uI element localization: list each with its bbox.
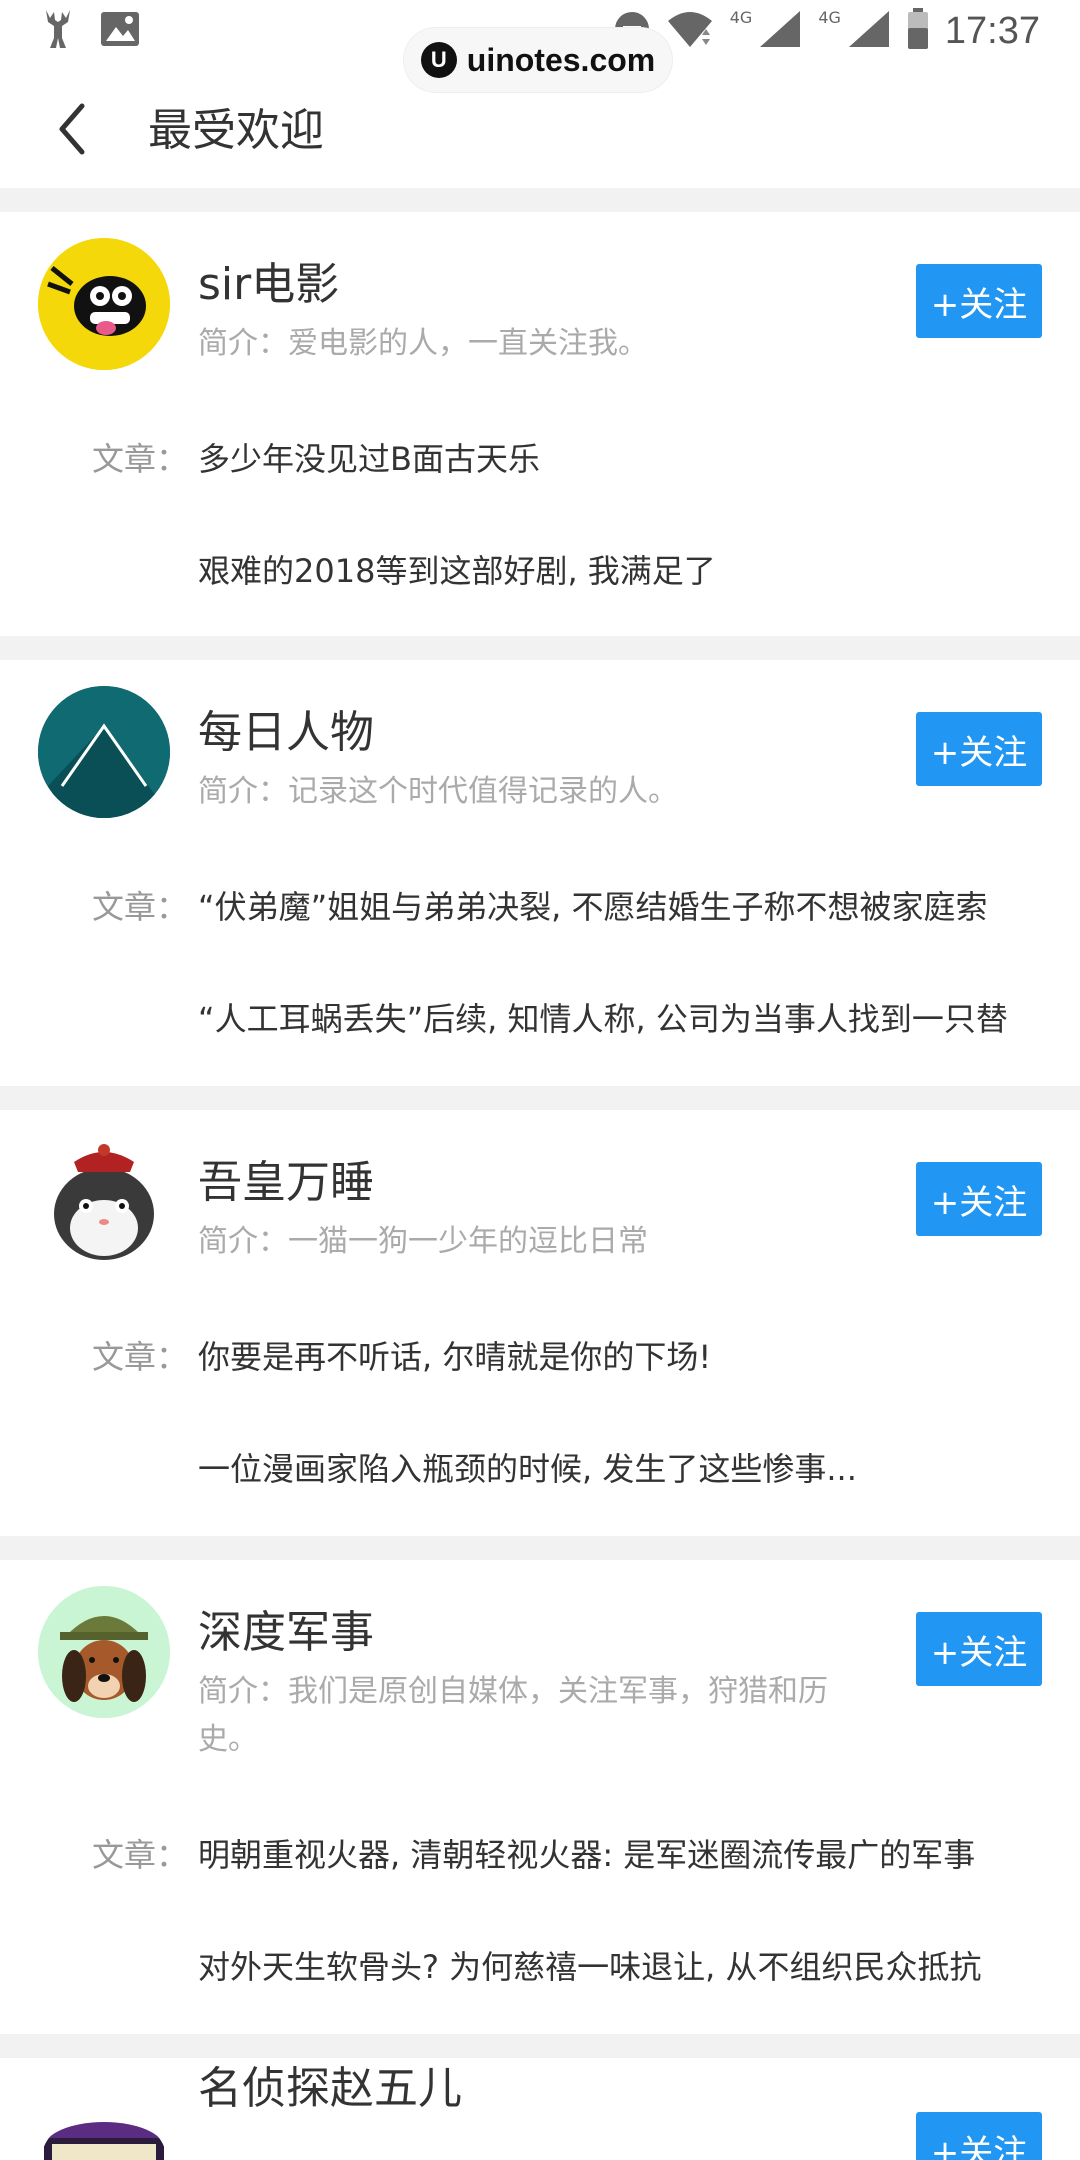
follow-button[interactable]: +关注 (916, 2112, 1042, 2160)
signal-icon (758, 9, 802, 53)
divider (0, 1086, 1080, 1110)
avatar[interactable] (38, 2108, 170, 2160)
chevron-left-icon (59, 103, 85, 155)
clock: 17:37 (944, 9, 1040, 52)
network-type-1: 4G (729, 7, 753, 27)
image-icon (100, 11, 140, 51)
article-link[interactable]: “人工耳蜗丢失”后续, 知情人称, 公司为当事人找到一只替 (198, 994, 1058, 1040)
battery-icon (907, 8, 929, 54)
account-card: 名侦探赵五儿 +关注 (0, 2058, 1080, 2160)
article-link[interactable]: 多少年没见过B面古天乐 (198, 434, 1058, 480)
account-name[interactable]: 名侦探赵五儿 (198, 2058, 462, 2116)
account-name[interactable]: sir电影 (198, 248, 339, 312)
signal-icon-2 (847, 9, 891, 53)
articles-label: 文章： (92, 888, 189, 926)
network-type-2: 4G (818, 7, 841, 27)
account-card: 每日人物 简介：记录这个时代值得记录的人。 +关注 文章： “伏弟魔”姐姐与弟弟… (0, 660, 1080, 1086)
account-card: 深度军事 简介：我们是原创自媒体，关注军事，狩猎和历史。 +关注 文章： 明朝重… (0, 1560, 1080, 2034)
follow-button[interactable]: +关注 (916, 1162, 1042, 1236)
article-link[interactable]: 你要是再不听话, 尔晴就是你的下场! (198, 1332, 1058, 1378)
avatar[interactable] (38, 686, 170, 818)
wifi-icon (666, 9, 714, 53)
articles-label: 文章： (92, 1338, 189, 1376)
articles-label: 文章： (92, 440, 189, 478)
follow-button[interactable]: +关注 (916, 712, 1042, 786)
article-link[interactable]: 艰难的2018等到这部好剧, 我满足了 (198, 546, 1058, 592)
follow-button[interactable]: +关注 (916, 264, 1042, 338)
divider (0, 2034, 1080, 2058)
account-intro: 简介：爱电影的人，一直关注我。 (198, 326, 648, 361)
divider (0, 188, 1080, 212)
follow-button[interactable]: +关注 (916, 1612, 1042, 1686)
article-link[interactable]: 对外天生软骨头? 为何慈禧一味退让, 从不组织民众抵抗 (198, 1942, 1058, 1988)
divider (0, 636, 1080, 660)
account-card: 吾皇万睡 简介：一猫一狗一少年的逗比日常 +关注 文章： 你要是再不听话, 尔晴… (0, 1110, 1080, 1536)
account-intro: 简介：记录这个时代值得记录的人。 (198, 774, 678, 809)
back-button[interactable] (50, 94, 106, 164)
divider (0, 1536, 1080, 1560)
app-header: 最受欢迎 (0, 64, 1080, 188)
article-link[interactable]: 明朝重视火器, 清朝轻视火器: 是军迷圈流传最广的军事 (198, 1830, 1058, 1876)
avatar[interactable] (38, 1136, 170, 1268)
account-name[interactable]: 吾皇万睡 (198, 1146, 374, 1210)
account-name[interactable]: 每日人物 (198, 696, 374, 760)
deer-icon (40, 8, 76, 54)
article-link[interactable]: 一位漫画家陷入瓶颈的时候, 发生了这些惨事... (198, 1444, 1058, 1490)
avatar[interactable] (38, 1586, 170, 1718)
account-name[interactable]: 深度军事 (198, 1596, 374, 1660)
account-card: sir电影 简介：爱电影的人，一直关注我。 +关注 文章： 多少年没见过B面古天… (0, 212, 1080, 636)
account-intro: 简介：我们是原创自媒体，关注军事，狩猎和历史。 (198, 1674, 828, 1757)
avatar[interactable] (38, 238, 170, 370)
page-title: 最受欢迎 (148, 105, 324, 156)
article-link[interactable]: “伏弟魔”姐姐与弟弟决裂, 不愿结婚生子称不想被家庭索 (198, 882, 1058, 928)
account-intro: 简介：一猫一狗一少年的逗比日常 (198, 1224, 648, 1259)
articles-label: 文章： (92, 1836, 189, 1874)
